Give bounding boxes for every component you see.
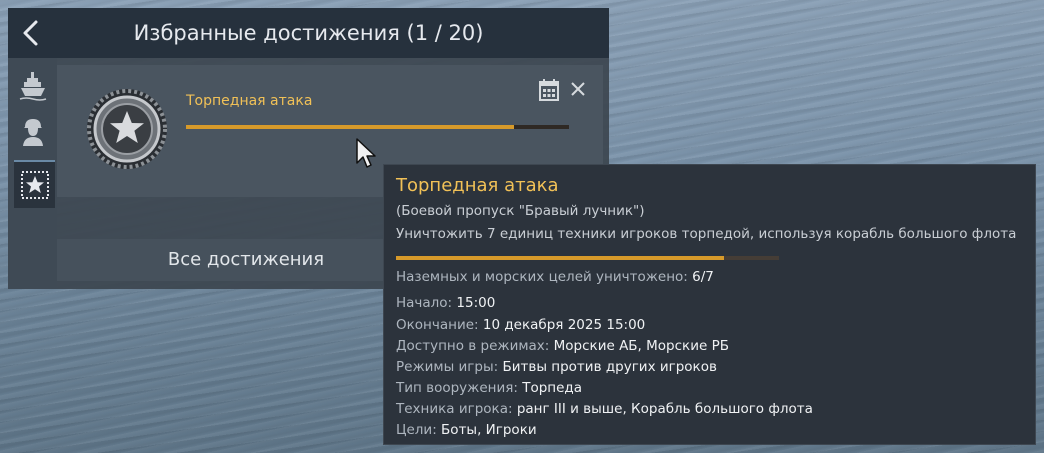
- tooltip-progress-fill: [396, 256, 725, 260]
- star-medal-icon: [87, 89, 167, 169]
- achievement-tooltip: Торпедная атака (Боевой пропуск "Бравый …: [383, 164, 1036, 445]
- tooltip-title: Торпедная атака: [396, 175, 559, 196]
- modes-value: Морские АБ, Морские РБ: [553, 338, 729, 354]
- weapon-value: Торпеда: [522, 380, 583, 396]
- achievement-progress-fill: [186, 125, 515, 129]
- tooltip-progress-row: Наземных и морских целей уничтожено: 6/7: [396, 269, 714, 285]
- vehicle-label: Техника игрока:: [396, 401, 513, 417]
- tooltip-progress-bar: [396, 256, 779, 260]
- tab-achievements[interactable]: [14, 160, 55, 208]
- tooltip-vehicle-row: Техника игрока: ранг III и выше, Корабль…: [396, 401, 813, 417]
- progress-value: 6/7: [692, 269, 714, 285]
- targets-label: Цели:: [396, 422, 437, 438]
- progress-label: Наземных и морских целей уничтожено:: [396, 269, 688, 285]
- end-value: 10 декабря 2025 15:00: [482, 317, 646, 333]
- mouse-cursor-icon: [355, 138, 377, 170]
- tooltip-subtitle: (Боевой пропуск "Бравый лучник"): [396, 203, 645, 219]
- chevron-left-icon: [23, 20, 38, 46]
- ship-icon: [19, 72, 46, 101]
- tooltip-weapon-row: Тип вооружения: Торпеда: [396, 380, 582, 396]
- end-label: Окончание:: [396, 317, 479, 333]
- weapon-label: Тип вооружения:: [396, 380, 518, 396]
- tooltip-description: Уничтожить 7 единиц техники игроков торп…: [396, 226, 1017, 242]
- achievement-progress-bar: [186, 125, 569, 129]
- remove-favorite-button[interactable]: [570, 81, 586, 97]
- panel-header: Избранные достижения (1 / 20): [8, 8, 609, 58]
- modes-label: Доступно в режимах:: [396, 338, 550, 354]
- achievement-name: Торпедная атака: [186, 93, 313, 109]
- calendar-icon: [539, 79, 559, 101]
- star-stamp-icon: [20, 171, 49, 199]
- gametype-label: Режимы игры:: [396, 359, 499, 375]
- tooltip-end-row: Окончание: 10 декабря 2025 15:00: [396, 317, 645, 333]
- start-label: Начало:: [396, 295, 453, 311]
- tooltip-targets-row: Цели: Боты, Игроки: [396, 422, 537, 438]
- tab-soldier[interactable]: [8, 110, 57, 154]
- back-button[interactable]: [16, 18, 48, 48]
- tab-ships[interactable]: [8, 64, 57, 108]
- tooltip-gametype-row: Режимы игры: Битвы против других игроков: [396, 359, 717, 375]
- medal: [85, 87, 169, 171]
- calendar-button[interactable]: [538, 78, 560, 102]
- soldier-icon: [22, 119, 43, 146]
- gametype-value: Битвы против других игроков: [502, 359, 717, 375]
- sidebar: [8, 58, 57, 289]
- targets-value: Боты, Игроки: [441, 422, 537, 438]
- tooltip-modes-row: Доступно в режимах: Морские АБ, Морские …: [396, 338, 729, 354]
- page-title: Избранные достижения (1 / 20): [133, 21, 484, 45]
- all-achievements-label: Все достижения: [167, 249, 325, 270]
- start-value: 15:00: [456, 295, 496, 311]
- tooltip-start-row: Начало: 15:00: [396, 295, 495, 311]
- close-icon: [571, 82, 585, 96]
- vehicle-value: ранг III и выше, Корабль большого флота: [516, 401, 813, 417]
